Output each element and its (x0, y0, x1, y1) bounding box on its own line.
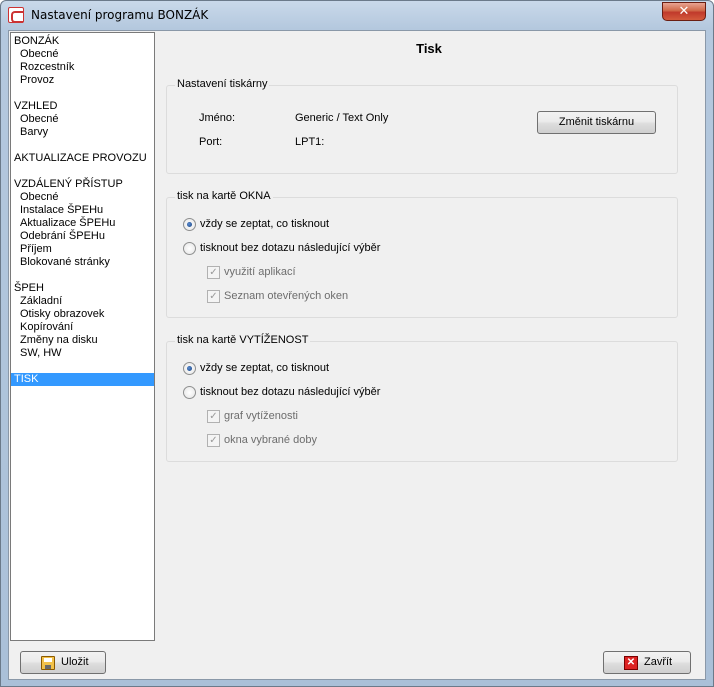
okna-print-group: tisk na kartě OKNA vždy se zeptat, co ti… (166, 190, 678, 318)
nav-subitem[interactable]: Obecné (11, 191, 154, 204)
okna-group-legend: tisk na kartě OKNA (175, 190, 273, 202)
nav-subitem[interactable]: Kopírování (11, 321, 154, 334)
nav-subitem[interactable]: Obecné (11, 113, 154, 126)
printer-settings-group: Nastavení tiskárny Jméno: Generic / Text… (166, 78, 678, 174)
settings-window: Nastavení programu BONZÁK ✕ BONZÁK Obecné… (0, 0, 714, 687)
nav-subitem[interactable]: Aktualizace ŠPEHu (11, 217, 154, 230)
nav-subitem[interactable]: Rozcestník (11, 61, 154, 74)
close-button-label: Zavřít (644, 656, 673, 668)
okna-direct-label[interactable]: tisknout bez dotazu následující výběr (200, 242, 380, 254)
window-title: Nastavení programu BONZÁK (31, 8, 209, 22)
okna-ask-label[interactable]: vždy se zeptat, co tisknout (200, 218, 329, 230)
nav-category[interactable]: VZDÁLENÝ PŘÍSTUP (11, 178, 154, 191)
vytizenost-direct-label[interactable]: tisknout bez dotazu následující výběr (200, 386, 380, 398)
okna-open-windows-label: Seznam otevřených oken (224, 290, 349, 302)
vytizenost-group-legend: tisk na kartě VYTÍŽENOST (175, 334, 311, 346)
vytizenost-graph-label: graf vytíženosti (224, 410, 298, 422)
dialog-client: BONZÁK Obecné Rozcestník Provoz VZHLED Obecné… (8, 30, 706, 680)
floppy-disk-icon (41, 656, 55, 670)
save-button-label: Uložit (61, 656, 89, 668)
okna-ask-radio[interactable] (183, 218, 196, 231)
nav-subitem[interactable]: Změny na disku (11, 334, 154, 347)
nav-category[interactable]: ŠPEH (11, 282, 154, 295)
nav-subitem[interactable]: Blokované stránky (11, 256, 154, 269)
nav-subitem[interactable]: Barvy (11, 126, 154, 139)
save-button[interactable]: Uložit (20, 651, 106, 674)
page-title: Tisk (416, 41, 442, 56)
settings-nav-tree: BONZÁK Obecné Rozcestník Provoz VZHLED Obecné… (10, 32, 155, 641)
printer-port-label: Port: (199, 136, 223, 148)
vytizenost-graph-checkbox[interactable]: ✓ (207, 410, 220, 423)
printer-port-value: LPT1: (295, 136, 325, 148)
vytizenost-direct-radio[interactable] (183, 386, 196, 399)
nav-subitem[interactable]: Odebrání ŠPEHu (11, 230, 154, 243)
nav-subitem[interactable]: Instalace ŠPEHu (11, 204, 154, 217)
nav-subitem[interactable]: Otisky obrazovek (11, 308, 154, 321)
close-button[interactable]: ✕ Zavřít (603, 651, 691, 674)
nav-subitem[interactable]: Základní (11, 295, 154, 308)
app-logo-icon (8, 7, 24, 23)
vytizenost-period-windows-checkbox[interactable]: ✓ (207, 434, 220, 447)
nav-category[interactable]: VZHLED (11, 100, 154, 113)
close-icon: ✕ (624, 656, 638, 670)
nav-category[interactable]: AKTUALIZACE PROVOZU (11, 152, 154, 165)
okna-app-usage-checkbox[interactable]: ✓ (207, 266, 220, 279)
change-printer-button[interactable]: Změnit tiskárnu (537, 111, 656, 134)
vytizenost-ask-radio[interactable] (183, 362, 196, 375)
nav-subitem[interactable]: Příjem (11, 243, 154, 256)
nav-category[interactable]: TISK (11, 373, 154, 386)
printer-name-label: Jméno: (199, 112, 236, 124)
nav-subitem[interactable]: Obecné (11, 48, 154, 61)
nav-subitem[interactable]: Provoz (11, 74, 154, 87)
window-close-button[interactable]: ✕ (662, 2, 706, 21)
nav-subitem[interactable]: SW, HW (11, 347, 154, 360)
printer-group-legend: Nastavení tiskárny (175, 78, 270, 90)
vytizenost-period-windows-label: okna vybrané doby (224, 434, 317, 446)
okna-open-windows-checkbox[interactable]: ✓ (207, 290, 220, 303)
vytizenost-print-group: tisk na kartě VYTÍŽENOST vždy se zeptat,… (166, 334, 678, 462)
nav-category[interactable]: BONZÁK (11, 35, 154, 48)
okna-app-usage-label: využití aplikací (224, 266, 296, 278)
vytizenost-ask-label[interactable]: vždy se zeptat, co tisknout (200, 362, 329, 374)
printer-name-value: Generic / Text Only (295, 112, 389, 124)
title-bar[interactable]: Nastavení programu BONZÁK ✕ (1, 1, 713, 29)
okna-direct-radio[interactable] (183, 242, 196, 255)
